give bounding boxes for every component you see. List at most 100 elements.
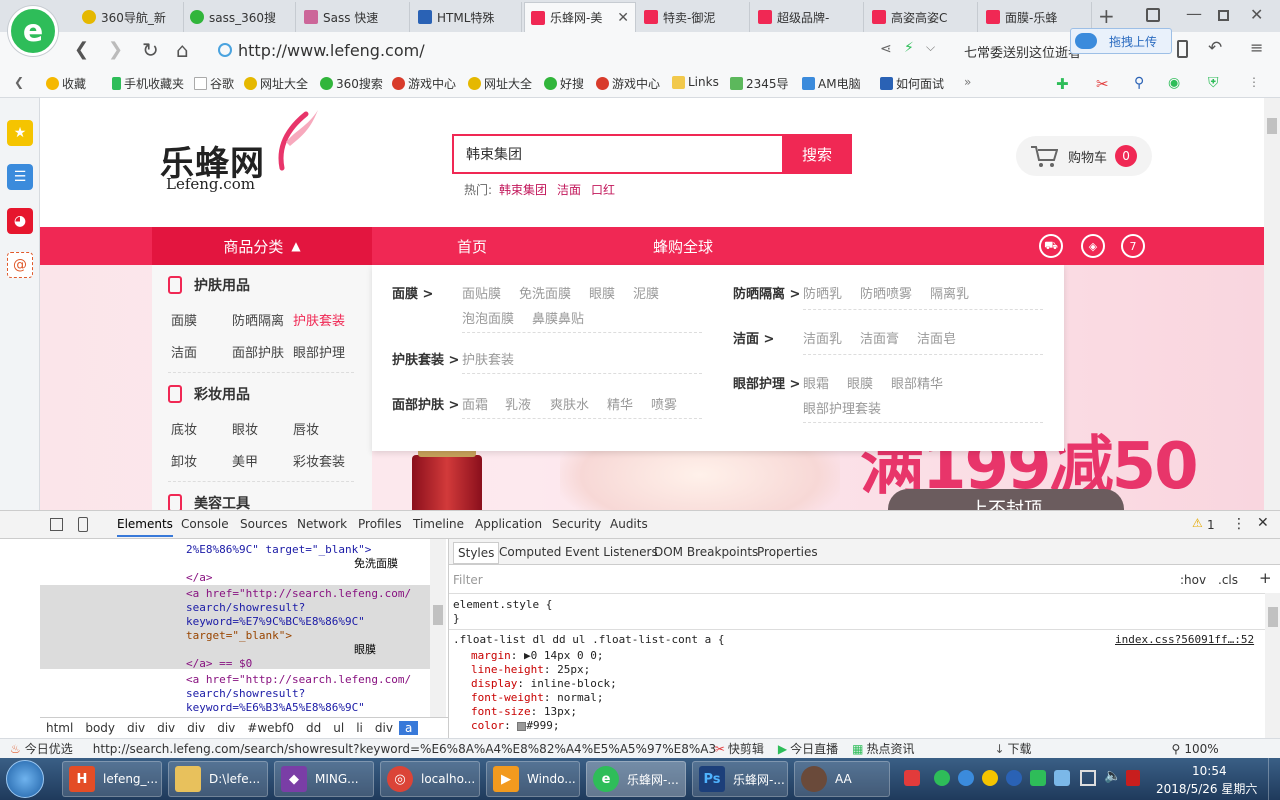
menu-icon[interactable]: ≡ — [1250, 38, 1263, 57]
flyout-link[interactable]: 乳液 — [505, 394, 531, 413]
tab-timeline[interactable]: Timeline — [413, 517, 464, 531]
gamepad-icon[interactable]: ◉ — [1168, 75, 1180, 91]
categories-button[interactable]: 商品分类 ▲ — [152, 227, 372, 265]
hot-link[interactable]: 口红 — [591, 181, 615, 198]
device-mode-icon[interactable] — [78, 517, 88, 532]
tab-application[interactable]: Application — [475, 517, 542, 531]
status-download[interactable]: 下载 — [1008, 740, 1032, 757]
network-icon[interactable] — [1080, 770, 1096, 786]
flyout-link[interactable]: 眼膜 — [589, 283, 615, 302]
css-property[interactable]: color: #999; — [471, 719, 560, 732]
css-rule-source-link[interactable]: index.css?56091ff…:52 — [1115, 633, 1254, 646]
flyout-group[interactable]: 洁面 > — [733, 328, 774, 347]
flyout-link[interactable]: 洁面膏 — [860, 328, 899, 347]
code-line[interactable]: keyword=%E7%9C%BC%E8%86%9C" — [186, 615, 365, 629]
taskbar-item-active[interactable]: e 乐蜂网-... — [586, 761, 686, 797]
browser-tab[interactable]: 特卖-御泥 — [638, 2, 750, 32]
tab-security[interactable]: Security — [552, 517, 601, 531]
code-line[interactable]: <a href="http://search.lefeng.com/ — [186, 673, 411, 687]
hov-toggle[interactable]: :hov — [1180, 573, 1206, 587]
hot-link[interactable]: 洁面 — [557, 181, 581, 198]
search-input[interactable]: 韩束集团 — [452, 134, 782, 174]
taskbar-item[interactable]: Ps 乐蜂网-... — [692, 761, 788, 797]
tab-computed[interactable]: Computed — [499, 545, 561, 559]
bookmark-item[interactable]: 游戏中心 — [392, 75, 456, 92]
close-tab-icon[interactable]: ✕ — [611, 10, 629, 26]
tab-network[interactable]: Network — [297, 517, 347, 531]
code-line[interactable]: </a> — [186, 571, 213, 585]
flyout-link[interactable]: 眼膜 — [847, 373, 873, 392]
flyout-link[interactable]: 眼霜 — [803, 373, 829, 392]
styles-scrollbar[interactable] — [1265, 593, 1280, 739]
browser-tab[interactable]: 360导航_新 — [76, 2, 184, 32]
new-rule-icon[interactable]: + — [1259, 569, 1272, 587]
tab-properties[interactable]: Properties — [757, 545, 818, 559]
code-line[interactable]: search/showresult? — [186, 687, 305, 701]
flyout-link[interactable]: 面霜 — [462, 394, 488, 413]
tab-event-listeners[interactable]: Event Listeners — [565, 545, 658, 559]
maximize-icon[interactable] — [1218, 10, 1229, 21]
news-ticker[interactable]: 七常委送别这位逝者 — [964, 42, 1081, 61]
flyout-group[interactable]: 面部护肤 > — [392, 394, 459, 413]
bookmarks-more[interactable]: » — [964, 75, 971, 89]
upload-button[interactable]: 拖拽上传 — [1070, 28, 1172, 54]
bookmark-item[interactable]: Links — [672, 75, 719, 89]
reload-icon[interactable]: ↻ — [142, 40, 159, 60]
breadcrumb-item[interactable]: ul — [327, 721, 350, 735]
sidebar-toggle-icon[interactable]: ❮ — [14, 75, 24, 89]
clock-time[interactable]: 10:54 — [1192, 764, 1227, 778]
flyout-link[interactable]: 精华 — [607, 394, 633, 413]
bookmark-item[interactable]: 手机收藏夹 — [112, 75, 184, 92]
flyout-link[interactable]: 眼部精华 — [891, 373, 943, 392]
category-link-active[interactable]: 护肤套装 — [293, 310, 345, 329]
code-text-node[interactable]: 眼膜 — [354, 643, 376, 657]
cls-toggle[interactable]: .cls — [1218, 573, 1238, 587]
magnifier-icon[interactable]: ⚲ — [1134, 75, 1144, 91]
breadcrumb-item[interactable]: dd — [300, 721, 327, 735]
breadcrumb-item[interactable]: li — [350, 721, 369, 735]
tab-sources[interactable]: Sources — [240, 517, 287, 531]
flyout-link[interactable]: 防晒喷雾 — [860, 283, 912, 302]
category-group-title[interactable]: 美容工具 — [168, 493, 250, 510]
cart-button[interactable]: 购物车 0 — [1016, 136, 1152, 176]
flyout-link[interactable]: 泥膜 — [633, 283, 659, 302]
category-link[interactable]: 眼部护理 — [293, 342, 345, 361]
tray-icon[interactable] — [1006, 770, 1022, 786]
breadcrumb-item[interactable]: body — [79, 721, 121, 735]
taskbar-item[interactable]: ◎ localho... — [380, 761, 480, 797]
elements-tree[interactable]: 2%E8%86%9C" target="_blank"> 免洗面膜 </a> <… — [40, 539, 430, 717]
flyout-group[interactable]: 护肤套装 > — [392, 349, 459, 368]
tray-icon[interactable] — [958, 770, 974, 786]
flash-icon[interactable]: ⚡ — [904, 40, 914, 56]
weibo-icon[interactable]: ◕ — [7, 208, 33, 234]
breadcrumb-item-selected[interactable]: a — [398, 720, 419, 735]
nav-global[interactable]: 蜂购全球 — [653, 227, 713, 265]
mail-icon[interactable]: @ — [7, 252, 33, 278]
code-line[interactable]: target="_blank"> — [186, 629, 292, 643]
browser-tab[interactable]: 高姿高姿C — [866, 2, 978, 32]
tray-sogou-icon[interactable] — [904, 770, 920, 786]
clock-date[interactable]: 2018/5/26 星期六 — [1156, 780, 1257, 797]
volume-icon[interactable]: 🔈 — [1104, 768, 1121, 784]
tray-icon[interactable] — [1054, 770, 1070, 786]
category-link[interactable]: 面部护肤 — [232, 342, 284, 361]
code-line[interactable]: keyword=%E6%B3%A5%E8%86%9C" — [186, 701, 365, 715]
css-property[interactable]: margin: ▶0 14px 0 0; — [471, 649, 603, 662]
category-link[interactable]: 唇妆 — [293, 419, 319, 438]
category-link[interactable]: 面膜 — [171, 310, 197, 329]
category-group-title[interactable]: 护肤用品 — [168, 275, 250, 295]
breadcrumb-item[interactable]: div — [181, 721, 211, 735]
undo-icon[interactable]: ↶ — [1208, 38, 1222, 58]
share-icon[interactable]: ⋖ — [880, 41, 892, 57]
tab-dom-breakpoints[interactable]: DOM Breakpoints — [654, 545, 758, 559]
url-field[interactable]: http://www.lefeng.com/ — [218, 36, 948, 64]
flyout-link[interactable]: 泡泡面膜 — [462, 308, 514, 327]
scrollbar-thumb[interactable] — [1267, 118, 1277, 134]
hot-link[interactable]: 韩束集团 — [499, 181, 547, 198]
guarantee-icon[interactable]: ◈ — [1081, 234, 1105, 258]
css-property[interactable]: line-height: 25px; — [471, 663, 590, 676]
styles-filter-input[interactable]: Filter — [453, 573, 483, 587]
close-devtools-icon[interactable]: ✕ — [1257, 515, 1269, 531]
breadcrumb-item[interactable]: div — [121, 721, 151, 735]
status-live[interactable]: 今日直播 — [790, 740, 838, 757]
